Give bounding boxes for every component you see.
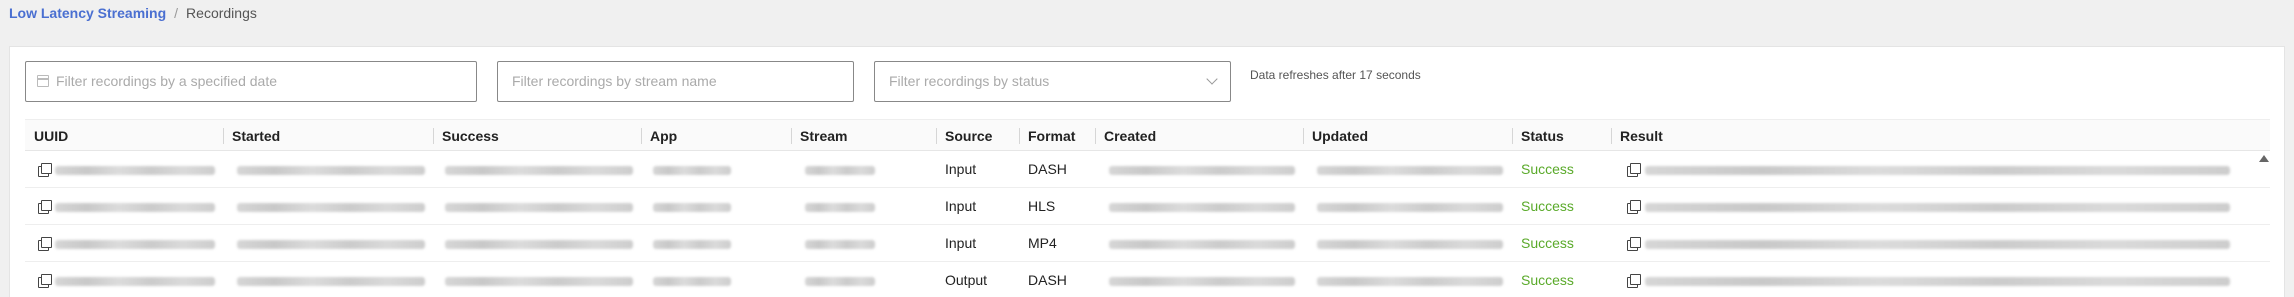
app-value-redacted: [653, 166, 731, 175]
started-value-redacted: [237, 240, 425, 249]
breadcrumb-root-link[interactable]: Low Latency Streaming: [9, 5, 166, 21]
breadcrumb: Low Latency Streaming / Recordings: [9, 5, 257, 21]
stream-value-redacted: [805, 166, 875, 175]
created-value-redacted: [1109, 277, 1295, 286]
success-value-redacted: [445, 203, 633, 212]
status-cell: Success: [1521, 198, 1574, 214]
column-header-status[interactable]: Status: [1512, 120, 1564, 152]
app-value-redacted: [653, 240, 731, 249]
started-value-redacted: [237, 203, 425, 212]
result-value-redacted: [1645, 277, 2230, 286]
uuid-value-redacted: [55, 277, 215, 286]
column-header-created[interactable]: Created: [1095, 120, 1156, 152]
uuid-value-redacted: [55, 203, 215, 212]
column-header-app[interactable]: App: [641, 120, 677, 152]
column-header-source[interactable]: Source: [936, 120, 992, 152]
stream-value-redacted: [805, 277, 875, 286]
copy-icon[interactable]: [1627, 163, 1641, 177]
updated-value-redacted: [1317, 166, 1503, 175]
recordings-panel: Filter recordings by a specified date Fi…: [9, 46, 2285, 297]
status-cell: Success: [1521, 272, 1574, 288]
format-cell: DASH: [1028, 272, 1067, 288]
column-header-started[interactable]: Started: [223, 120, 280, 152]
copy-icon[interactable]: [38, 274, 52, 288]
copy-icon[interactable]: [38, 237, 52, 251]
breadcrumb-current: Recordings: [186, 5, 257, 21]
uuid-value-redacted: [55, 240, 215, 249]
copy-icon[interactable]: [38, 200, 52, 214]
column-header-result[interactable]: Result: [1611, 120, 1663, 152]
stream-value-redacted: [805, 203, 875, 212]
stream-filter-placeholder: Filter recordings by stream name: [512, 73, 717, 89]
result-value-redacted: [1645, 166, 2230, 175]
started-value-redacted: [237, 277, 425, 286]
uuid-value-redacted: [55, 166, 215, 175]
result-value-redacted: [1645, 240, 2230, 249]
table-row[interactable]: Input HLS Success: [25, 188, 2270, 225]
status-filter-placeholder: Filter recordings by status: [889, 73, 1050, 89]
updated-value-redacted: [1317, 277, 1503, 286]
source-cell: Input: [945, 235, 977, 251]
recordings-table: UUID Started Success App Stream Source F…: [25, 119, 2270, 297]
updated-value-redacted: [1317, 240, 1503, 249]
format-cell: MP4: [1028, 235, 1057, 251]
refresh-note: Data refreshes after 17 seconds: [1250, 68, 1421, 82]
column-header-uuid[interactable]: UUID: [25, 120, 68, 152]
success-value-redacted: [445, 277, 633, 286]
source-cell: Input: [945, 198, 977, 214]
app-value-redacted: [653, 203, 731, 212]
success-value-redacted: [445, 166, 633, 175]
copy-icon[interactable]: [1627, 237, 1641, 251]
app-value-redacted: [653, 277, 731, 286]
started-value-redacted: [237, 166, 425, 175]
source-cell: Input: [945, 161, 977, 177]
column-header-success[interactable]: Success: [433, 120, 499, 152]
column-header-stream[interactable]: Stream: [791, 120, 847, 152]
status-cell: Success: [1521, 235, 1574, 251]
column-header-format[interactable]: Format: [1019, 120, 1075, 152]
success-value-redacted: [445, 240, 633, 249]
date-filter-input[interactable]: Filter recordings by a specified date: [25, 61, 477, 102]
source-cell: Output: [945, 272, 988, 288]
table-row[interactable]: Input DASH Success: [25, 151, 2270, 188]
table-row[interactable]: Output DASH Success: [25, 262, 2270, 297]
table-header: UUID Started Success App Stream Source F…: [25, 119, 2270, 151]
copy-icon[interactable]: [38, 163, 52, 177]
format-cell: HLS: [1028, 198, 1056, 214]
status-filter-select[interactable]: Filter recordings by status: [874, 61, 1231, 102]
column-header-updated[interactable]: Updated: [1303, 120, 1368, 152]
result-value-redacted: [1645, 203, 2230, 212]
scroll-up-arrow-icon[interactable]: [2259, 155, 2269, 162]
stream-value-redacted: [805, 240, 875, 249]
updated-value-redacted: [1317, 203, 1503, 212]
copy-icon[interactable]: [1627, 274, 1641, 288]
breadcrumb-separator: /: [174, 5, 179, 21]
copy-icon[interactable]: [1627, 200, 1641, 214]
chevron-down-icon: [1206, 73, 1218, 85]
date-filter-placeholder: Filter recordings by a specified date: [56, 73, 277, 89]
created-value-redacted: [1109, 240, 1295, 249]
format-cell: DASH: [1028, 161, 1067, 177]
table-row[interactable]: Input MP4 Success: [25, 225, 2270, 262]
status-cell: Success: [1521, 161, 1574, 177]
stream-filter-input[interactable]: Filter recordings by stream name: [497, 61, 854, 102]
calendar-icon: [37, 75, 49, 87]
created-value-redacted: [1109, 166, 1295, 175]
created-value-redacted: [1109, 203, 1295, 212]
